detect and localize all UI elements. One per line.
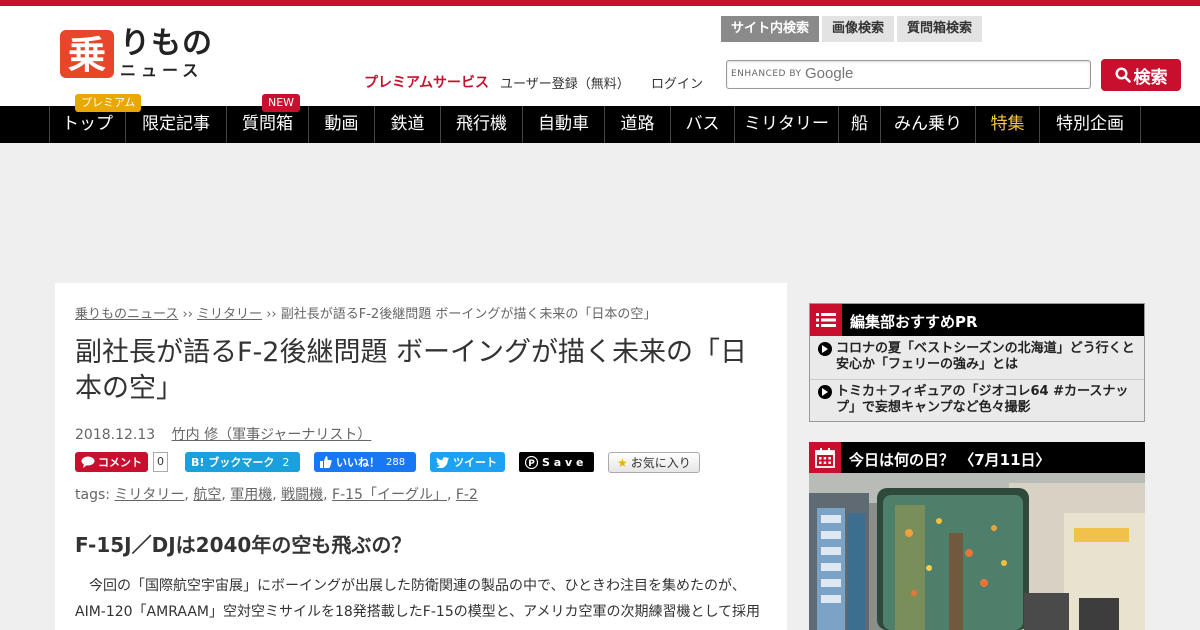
thumbs-up-icon <box>320 456 332 468</box>
breadcrumb: 乗りものニュース ›› ミリタリー ›› 副社長が語るF-2後継問題 ボーイング… <box>75 303 656 322</box>
search-tabs: サイト内検索 画像検索 質問箱検索 <box>721 16 985 42</box>
arrow-circle-icon <box>818 385 832 399</box>
twitter-tweet-button[interactable]: ツイート <box>430 452 505 472</box>
site-logo[interactable]: 乗 りもの ニュース <box>58 24 228 90</box>
nav-item-railway[interactable]: 鉄道 <box>375 106 441 143</box>
pinterest-icon: P <box>525 455 538 469</box>
nav-item-special[interactable]: 特別企画 <box>1040 106 1141 143</box>
comment-button[interactable]: コメント <box>75 452 148 472</box>
hatena-b-icon: B! <box>191 455 205 469</box>
list-icon <box>810 304 842 336</box>
breadcrumb-separator: ›› <box>266 307 277 322</box>
svg-text:P: P <box>528 459 535 469</box>
search-button[interactable]: 検索 <box>1101 59 1181 91</box>
search-enhanced-label: ENHANCED BY <box>731 69 802 79</box>
nav-item-ship[interactable]: 船 <box>839 106 881 143</box>
breadcrumb-current: 副社長が語るF-2後継問題 ボーイングが描く未来の「日本の空」 <box>280 307 657 322</box>
nav-item-aircraft[interactable]: 飛行機 <box>441 106 523 143</box>
article-tags: tags: ミリタリー, 航空, 軍用機, 戦闘機, F-15「イーグル」, F… <box>75 487 478 503</box>
facebook-like-button[interactable]: いいね！ 288 <box>314 452 416 472</box>
star-icon: ★ <box>617 455 628 470</box>
today-in-history-box: 今日は何の日？ 〈7月11日〉 <box>809 442 1145 630</box>
hatena-label: ブックマーク <box>208 456 275 469</box>
magnifier-icon <box>1114 67 1131 83</box>
facebook-count: 288 <box>386 456 406 468</box>
search-google-label: Google <box>805 65 854 82</box>
arrow-circle-icon <box>818 342 832 356</box>
nav-item-video[interactable]: 動画 <box>309 106 375 143</box>
comment-count: 0 <box>153 452 168 472</box>
breadcrumb-category[interactable]: ミリタリー <box>197 307 262 322</box>
breadcrumb-home[interactable]: 乗りものニュース <box>75 307 178 322</box>
twitter-label: ツイート <box>453 456 497 469</box>
tab-question-search[interactable]: 質問箱検索 <box>897 16 983 42</box>
nav-item-bus[interactable]: バス <box>671 106 735 143</box>
article-date: 2018.12.13 <box>75 427 156 443</box>
pinterest-label: S a v e <box>542 455 584 469</box>
editor-pr-box: 編集部おすすめPR コロナの夏「ベストシーズンの北海道」どう行くと安心か「フェリ… <box>809 303 1145 422</box>
nav-item-automobile[interactable]: 自動車 <box>523 106 605 143</box>
tag-link[interactable]: 航空 <box>193 487 221 503</box>
article-body: 今回の「国際航空宇宙展」にボーイングが出展した防衛関連の製品の中で、ひときわ注目… <box>75 578 761 620</box>
login-link[interactable]: ログイン <box>651 73 703 92</box>
tag-link[interactable]: ミリタリー <box>114 487 184 503</box>
twitter-bird-icon <box>436 456 449 468</box>
article-meta: 2018.12.13 竹内 修（軍事ジャーナリスト） <box>75 424 371 444</box>
logo-subtitle: ニュース <box>120 61 204 80</box>
logo-kanji-mark: 乗 <box>60 30 114 78</box>
today-box-title: 今日は何の日？ 〈7月11日〉 <box>849 451 1051 469</box>
breadcrumb-separator: ›› <box>182 307 193 322</box>
register-link[interactable]: ユーザー登録（無料） <box>500 73 630 92</box>
speech-bubble-icon <box>81 456 95 468</box>
search-button-label: 検索 <box>1133 67 1168 88</box>
article-author[interactable]: 竹内 修（軍事ジャーナリスト） <box>172 427 372 443</box>
pr-item[interactable]: コロナの夏「ベストシーズンの北海道」どう行くと安心か「フェリーの強み」とは <box>816 341 1136 373</box>
favorite-button[interactable]: ★ お気に入り <box>608 452 700 473</box>
station-aquarium-photo <box>809 473 1145 630</box>
nav-list: トップ 限定記事 質問箱 動画 鉄道 飛行機 自動車 道路 バス ミリタリー 船… <box>49 106 1141 143</box>
search-input[interactable]: ENHANCED BY Google <box>726 60 1091 89</box>
nav-item-road[interactable]: 道路 <box>605 106 671 143</box>
hatena-count: 2 <box>282 455 290 469</box>
premium-service-link[interactable]: プレミアムサービス <box>364 72 489 92</box>
article-title: 副社長が語るF-2後継問題 ボーイングが描く未来の「日本の空」 <box>75 337 748 404</box>
new-badge: NEW <box>262 94 301 112</box>
pr-box-title: 編集部おすすめPR <box>850 313 978 331</box>
tag-link[interactable]: F-2 <box>456 487 478 503</box>
pr-item-text: コロナの夏「ベストシーズンの北海道」どう行くと安心か「フェリーの強み」とは <box>836 341 1135 372</box>
premium-badge: プレミアム <box>75 94 142 112</box>
pr-divider <box>810 379 1144 380</box>
main-nav: トップ 限定記事 質問箱 動画 鉄道 飛行機 自動車 道路 バス ミリタリー 船… <box>0 94 1200 143</box>
hatena-bookmark-button[interactable]: B! ブックマーク 2 <box>185 452 300 472</box>
tag-link[interactable]: 戦闘機 <box>281 487 323 503</box>
pr-item[interactable]: トミカ＋フィギュアの「ジオコレ64 #カースナップ」で妄想キャンプなど色々撮影 <box>816 384 1136 416</box>
comment-label: コメント <box>98 456 142 469</box>
site-header: 乗 りもの ニュース プレミアムサービス ユーザー登録（無料） ログイン サイト… <box>0 6 1200 106</box>
tags-label: tags: <box>75 487 110 503</box>
article-card: 乗りものニュース ›› ミリタリー ›› 副社長が語るF-2後継問題 ボーイング… <box>55 283 787 630</box>
today-box-header: 今日は何の日？ 〈7月11日〉 <box>809 442 1145 474</box>
tag-link[interactable]: F-15「イーグル」 <box>332 487 447 503</box>
pinterest-save-button[interactable]: P S a v e <box>519 452 594 472</box>
nav-item-feature[interactable]: 特集 <box>976 106 1040 143</box>
tab-image-search[interactable]: 画像検索 <box>822 16 895 42</box>
tag-link[interactable]: 軍用機 <box>230 487 272 503</box>
nav-item-premium-articles[interactable]: 限定記事 <box>126 106 227 143</box>
logo-kanji: 乗 <box>68 33 106 77</box>
pr-item-text: トミカ＋フィギュアの「ジオコレ64 #カースナップ」で妄想キャンプなど色々撮影 <box>836 384 1129 415</box>
nav-item-military[interactable]: ミリタリー <box>735 106 839 143</box>
nav-item-community[interactable]: みん乗り <box>881 106 976 143</box>
today-feature-photo[interactable] <box>809 473 1145 630</box>
tab-site-search[interactable]: サイト内検索 <box>721 16 820 42</box>
share-buttons: コメント 0 B! ブックマーク 2 いいね！ 288 ツイート P S a v… <box>75 452 775 474</box>
favorite-label: お気に入り <box>630 456 691 470</box>
article-subheading: F-15J／DJは2040年の空も飛ぶの？ <box>75 533 412 557</box>
calendar-icon <box>809 442 841 474</box>
facebook-label: いいね！ <box>336 456 380 469</box>
pr-box-header: 編集部おすすめPR <box>810 304 1144 336</box>
logo-kana: りもの <box>120 26 213 61</box>
